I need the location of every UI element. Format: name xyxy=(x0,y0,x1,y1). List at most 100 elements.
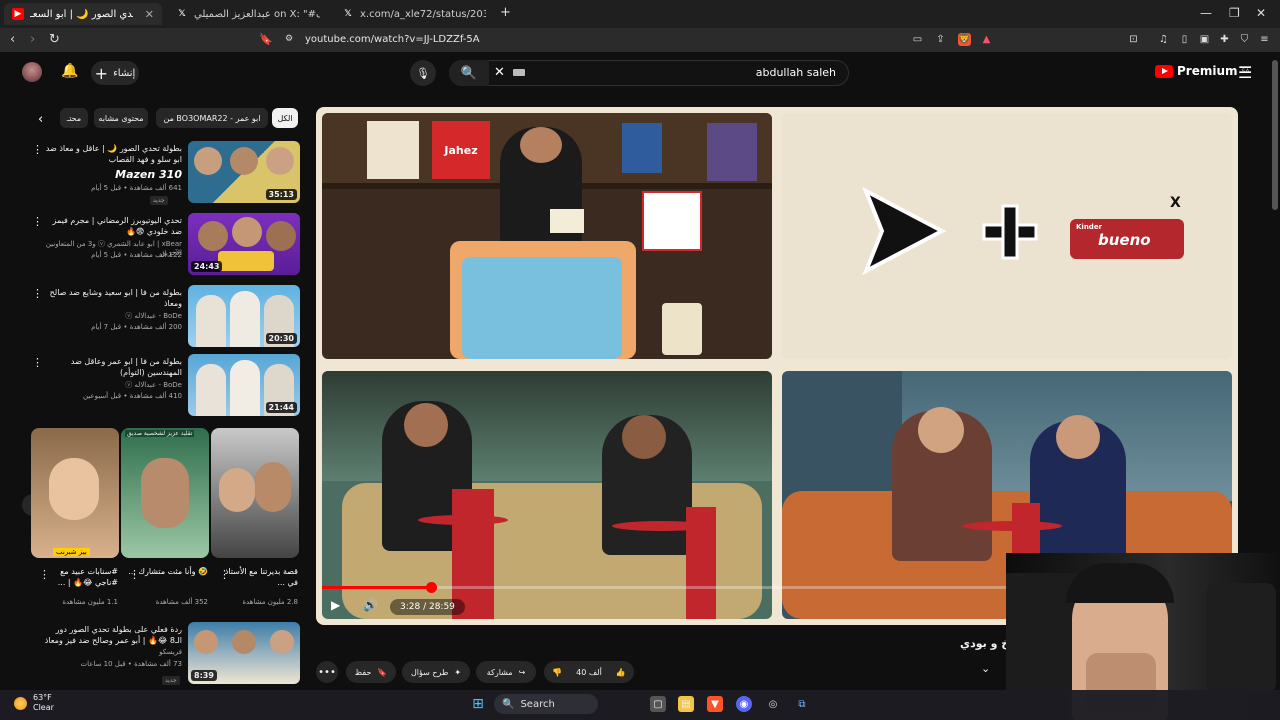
share-button[interactable]: مشاركة ↪ xyxy=(476,661,536,683)
chip-all[interactable]: الكل xyxy=(272,108,298,128)
channel-name[interactable]: فريسكو xyxy=(44,648,182,656)
file-explorer-icon[interactable]: ▤ xyxy=(678,696,694,712)
recommendation-item[interactable]: 8:39 ردة فعلي على بطولة تحدي الصور دور ا… xyxy=(30,622,300,685)
short-thumbnail[interactable] xyxy=(211,428,299,558)
video-thumbnail[interactable]: 8:39 xyxy=(188,622,300,684)
more-options-icon[interactable]: ⋮ xyxy=(32,215,43,228)
share-page-icon[interactable]: ⇪ xyxy=(934,33,947,46)
extensions-icon[interactable]: ✚ xyxy=(1218,33,1231,46)
video-meta: 122 ألف مشاهدة • قبل 5 أيام xyxy=(91,251,182,259)
task-view-icon[interactable]: ▢ xyxy=(650,696,666,712)
browser-tab-x-post[interactable]: 𝕏 عبدالعزيز الصميلي on X: "#حروف... xyxy=(168,3,328,25)
guide-menu-icon[interactable]: ☰ xyxy=(1238,63,1252,82)
video-title[interactable]: بطولة من فا | ابو عمر وعاقل ضد المهندسين… xyxy=(44,356,182,378)
recommendation-item[interactable]: 20:30 بطولة من فا | ابو سعيد وشايع ضد صا… xyxy=(30,285,300,347)
dislike-icon[interactable]: 👎 xyxy=(552,668,562,677)
short-title[interactable]: قصة بديرتنا مع الأستاذ في ... xyxy=(218,566,298,588)
channel-name[interactable]: Mazen 310 xyxy=(44,168,182,181)
recommendation-item[interactable]: 24:43 تحدي اليوتيوبرز الرمضاني | مجرم في… xyxy=(30,213,300,275)
plus-icon: + xyxy=(94,63,109,83)
chevron-down-icon[interactable]: ⌄ xyxy=(981,662,990,675)
minimize-icon[interactable]: — xyxy=(1200,6,1212,20)
brave-browser-icon[interactable]: ▼ xyxy=(707,696,723,712)
brave-rewards-icon[interactable]: ▲ xyxy=(980,33,993,46)
volume-icon[interactable]: 🔊 xyxy=(363,598,378,612)
chip-more[interactable]: محتـ xyxy=(60,108,88,128)
video-thumbnail[interactable]: 35:13 xyxy=(188,141,300,203)
video-frame-couch-left xyxy=(322,371,772,619)
forward-icon[interactable]: › xyxy=(30,32,35,47)
taskbar-search[interactable]: 🔍 Search xyxy=(494,694,598,714)
bookmark-icon[interactable]: 🔖 xyxy=(259,33,273,46)
video-player[interactable]: Jahez عسل أبو نايف Kinder bueno X xyxy=(316,107,1238,625)
short-thumbnail[interactable]: تقليد عزيز لشخصية صديق xyxy=(121,428,209,558)
browser-tab-youtube[interactable]: ▶ بطولة تحدي الصور 🌙 | أبو السعـ ✕ xyxy=(4,3,162,25)
close-tab-icon[interactable]: ✕ xyxy=(145,8,154,21)
video-thumbnail[interactable]: 20:30 xyxy=(188,285,300,347)
url-field[interactable]: youtube.com/watch?v=JJ-LDZZf-5A xyxy=(305,34,480,45)
search-query-text[interactable]: abdullah saleh xyxy=(680,66,836,79)
video-thumbnail[interactable]: 24:43 xyxy=(188,213,300,275)
video-title[interactable]: ردة فعلي على بطولة تحدي الصور دور الـ8 😂… xyxy=(44,624,182,646)
notifications-bell-icon[interactable]: 🔔 xyxy=(61,63,78,79)
clear-search-icon[interactable]: ✕ xyxy=(494,65,505,80)
chip-from-channel[interactable]: من BO3OMAR22 - ابو عمر xyxy=(156,108,268,128)
like-dislike-group[interactable]: 👎 40 ألف 👍 xyxy=(544,661,634,683)
back-icon[interactable]: ‹ xyxy=(10,32,15,47)
account-avatar[interactable] xyxy=(22,62,42,82)
windows-taskbar xyxy=(0,690,1280,720)
youtube-premium-logo[interactable]: Premium SA xyxy=(1155,64,1250,78)
more-options-icon[interactable]: ⋮ xyxy=(32,356,43,369)
voice-search-button[interactable]: 🎙 xyxy=(410,60,436,86)
browser-tab-x-status[interactable]: 𝕏 x.com/a_xle72/status/203065390175 xyxy=(334,3,494,25)
video-title[interactable]: تحدي اليوتيوبرز الرمضاني | مجرم فيمز ضد … xyxy=(44,215,182,237)
video-title[interactable]: بطولة من فا | ابو سعيد وشايع ضد صالح ومع… xyxy=(44,287,182,309)
recommendation-item[interactable]: 21:44 بطولة من فا | ابو عمر وعاقل ضد الم… xyxy=(30,354,300,416)
short-title[interactable]: #سنابات عبيد مع #ناجي 😂🔥 | ... xyxy=(38,566,118,588)
window-close-icon[interactable]: ✕ xyxy=(1256,6,1266,20)
short-tag: بيز شبرنب xyxy=(53,548,90,556)
windows-start-icon[interactable]: ⊞ xyxy=(470,696,486,712)
save-button[interactable]: حفظ 🔖 xyxy=(346,661,396,683)
video-thumbnail[interactable]: 21:44 xyxy=(188,354,300,416)
brave-shields-icon[interactable]: 🦁 xyxy=(958,33,971,46)
more-options-icon[interactable]: ⋮ xyxy=(32,143,43,156)
sidebar-icon[interactable]: ▯ xyxy=(1178,33,1191,46)
recommendation-item[interactable]: 35:13 بطولة تحدي الصور 🌙 | عاقل و معاذ ض… xyxy=(30,141,300,205)
duration-badge: 8:39 xyxy=(191,670,217,681)
browser-menu-icon[interactable]: ≡ xyxy=(1258,33,1271,46)
video-frame-graphic: Kinder bueno X xyxy=(782,113,1232,359)
short-title[interactable]: 🤣 وأنا مثت متشارك ... xyxy=(128,566,208,577)
more-actions-button[interactable]: ••• xyxy=(316,661,338,683)
channel-name[interactable]: BoDe - عبدالاله ⓥ xyxy=(44,311,182,321)
site-info-icon[interactable]: ⚙ xyxy=(285,34,293,44)
premium-label: Premium xyxy=(1177,64,1238,78)
reload-icon[interactable]: ↻ xyxy=(49,32,60,47)
wallet-icon[interactable]: ▣ xyxy=(1198,33,1211,46)
more-options-icon[interactable]: ⋮ xyxy=(32,287,43,300)
channel-name[interactable]: BoDe - عبدالاله ⓥ xyxy=(44,380,182,390)
ask-button[interactable]: طرح سؤال ✦ xyxy=(402,661,470,683)
video-title[interactable]: بطولة تحدي الصور 🌙 | عاقل و معاذ ضد ابو … xyxy=(44,143,182,165)
capcut-icon[interactable]: ⧉ xyxy=(794,696,810,712)
obs-icon[interactable]: ◎ xyxy=(765,696,781,712)
discord-icon[interactable]: ◉ xyxy=(736,696,752,712)
progress-scrubber[interactable] xyxy=(425,582,437,593)
media-icon[interactable]: ♫ xyxy=(1157,33,1170,46)
chip-related[interactable]: محتوى مشابه xyxy=(94,108,148,128)
kinder-brand: Kinder xyxy=(1076,223,1103,231)
create-button[interactable]: + إنشاء xyxy=(91,61,139,85)
new-tab-button[interactable]: + xyxy=(500,5,511,20)
search-button[interactable]: 🔍 xyxy=(449,60,489,86)
chips-prev-icon[interactable]: ‹ xyxy=(38,112,43,127)
play-icon[interactable]: ▶ xyxy=(331,598,340,612)
restore-icon[interactable]: ❐ xyxy=(1229,6,1240,20)
keyboard-icon[interactable] xyxy=(513,69,525,76)
tab-search-icon[interactable]: ⊡ xyxy=(1127,33,1140,46)
weather-widget[interactable]: 63°F Clear xyxy=(14,693,54,713)
cast-icon[interactable]: ▭ xyxy=(911,33,924,46)
page-scrollbar[interactable] xyxy=(1272,60,1278,210)
like-icon[interactable]: 👍 xyxy=(616,668,626,677)
short-thumbnail[interactable]: بيز شبرنب xyxy=(31,428,119,558)
vpn-shield-icon[interactable]: ⛉ xyxy=(1238,33,1251,46)
